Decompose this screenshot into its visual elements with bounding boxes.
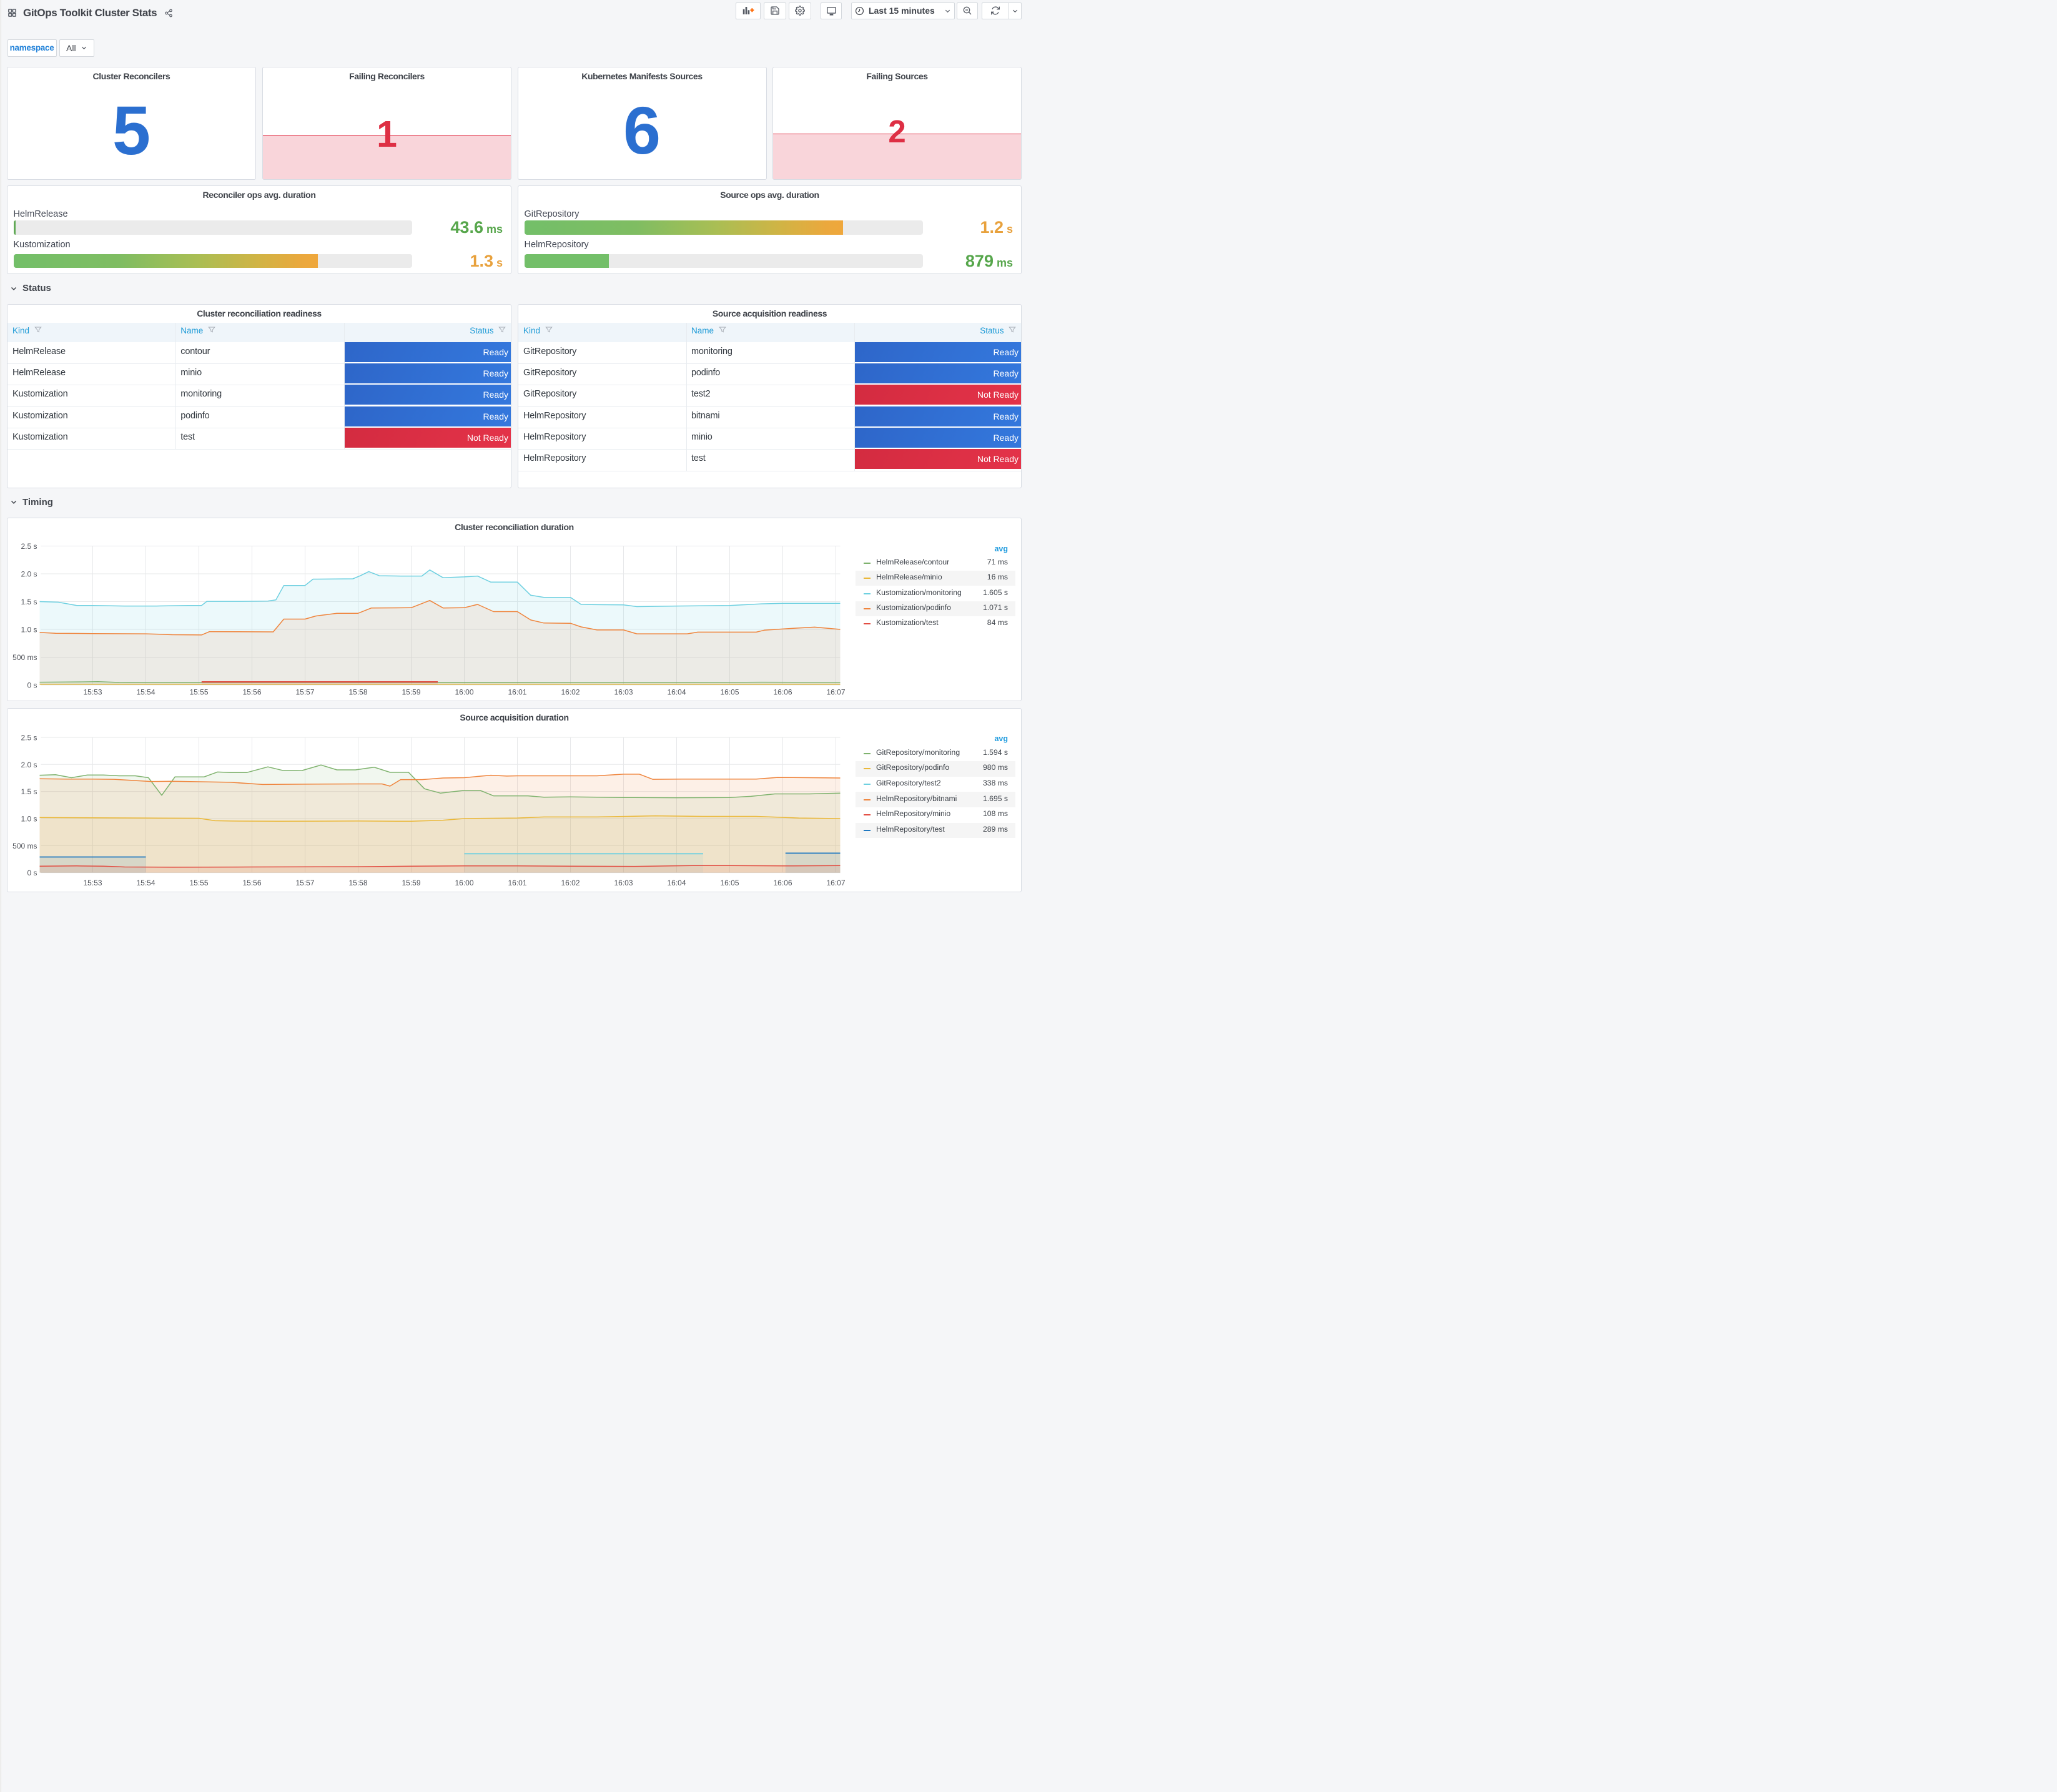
svg-text:16:05: 16:05 <box>720 688 739 697</box>
svg-text:16:06: 16:06 <box>773 879 792 887</box>
svg-text:15:55: 15:55 <box>189 688 208 697</box>
svg-text:16:05: 16:05 <box>720 879 739 887</box>
svg-text:0 s: 0 s <box>27 869 37 877</box>
svg-text:2.0 s: 2.0 s <box>21 570 37 579</box>
svg-text:16:01: 16:01 <box>508 688 526 697</box>
svg-text:16:07: 16:07 <box>826 879 845 887</box>
svg-text:15:56: 15:56 <box>242 688 261 697</box>
svg-text:16:04: 16:04 <box>667 879 686 887</box>
svg-text:16:00: 16:00 <box>455 879 473 887</box>
svg-text:15:56: 15:56 <box>242 879 261 887</box>
svg-text:16:00: 16:00 <box>455 688 473 697</box>
svg-text:15:53: 15:53 <box>83 688 102 697</box>
svg-text:1.0 s: 1.0 s <box>21 626 37 634</box>
svg-text:15:55: 15:55 <box>189 879 208 887</box>
svg-text:16:02: 16:02 <box>561 879 580 887</box>
svg-text:15:53: 15:53 <box>83 879 102 887</box>
svg-text:16:01: 16:01 <box>508 879 526 887</box>
svg-text:16:04: 16:04 <box>667 688 686 697</box>
svg-text:15:58: 15:58 <box>348 879 367 887</box>
svg-text:15:54: 15:54 <box>136 879 155 887</box>
svg-text:500 ms: 500 ms <box>12 842 37 850</box>
svg-text:15:59: 15:59 <box>402 688 420 697</box>
svg-text:15:57: 15:57 <box>295 879 314 887</box>
svg-text:2.5 s: 2.5 s <box>21 734 37 742</box>
svg-text:15:59: 15:59 <box>402 879 420 887</box>
svg-text:16:03: 16:03 <box>614 688 633 697</box>
svg-text:2.0 s: 2.0 s <box>21 761 37 769</box>
svg-text:500 ms: 500 ms <box>12 653 37 662</box>
svg-text:16:06: 16:06 <box>773 688 792 697</box>
svg-text:16:07: 16:07 <box>826 688 845 697</box>
svg-text:0 s: 0 s <box>27 681 37 690</box>
svg-text:1.0 s: 1.0 s <box>21 815 37 824</box>
svg-text:1.5 s: 1.5 s <box>21 598 37 606</box>
svg-text:16:02: 16:02 <box>561 688 580 697</box>
svg-text:15:57: 15:57 <box>295 688 314 697</box>
svg-text:15:54: 15:54 <box>136 688 155 697</box>
svg-text:15:58: 15:58 <box>348 688 367 697</box>
svg-text:1.5 s: 1.5 s <box>21 787 37 796</box>
svg-text:16:03: 16:03 <box>614 879 633 887</box>
svg-text:2.5 s: 2.5 s <box>21 542 37 551</box>
